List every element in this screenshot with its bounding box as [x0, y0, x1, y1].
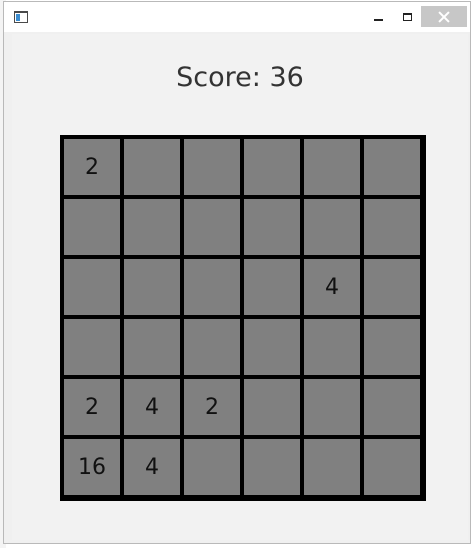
board-cell	[244, 199, 300, 255]
board-cell: 2	[184, 379, 240, 435]
minimize-icon	[373, 18, 383, 21]
board-cell	[64, 319, 120, 375]
board-cell	[64, 199, 120, 255]
board-cell	[64, 259, 120, 315]
app-window: Score: 36 2 4 2 4 2 16 4	[3, 1, 471, 544]
board-cell	[244, 439, 300, 495]
board-cell	[304, 139, 360, 195]
close-icon	[438, 11, 450, 23]
board-cell	[184, 439, 240, 495]
board-cell	[244, 379, 300, 435]
board-cell	[364, 259, 420, 315]
board-cell	[364, 139, 420, 195]
game-area: Score: 36 2 4 2 4 2 16 4	[12, 34, 468, 540]
board-cell	[304, 199, 360, 255]
board-cell: 4	[304, 259, 360, 315]
board-cell	[124, 259, 180, 315]
app-window-icon	[14, 11, 28, 23]
board-cell	[184, 199, 240, 255]
board-cell	[304, 319, 360, 375]
board-cell	[244, 259, 300, 315]
board-cell	[364, 379, 420, 435]
minimize-button[interactable]	[364, 6, 392, 27]
board-cell	[184, 319, 240, 375]
board-cell: 4	[124, 439, 180, 495]
board-cell	[124, 139, 180, 195]
board-cell: 16	[64, 439, 120, 495]
board-cell	[364, 199, 420, 255]
board-cell	[244, 139, 300, 195]
board-cell	[304, 379, 360, 435]
board-cell	[244, 319, 300, 375]
board-cell	[304, 439, 360, 495]
game-board[interactable]: 2 4 2 4 2 16 4	[60, 135, 426, 501]
title-bar[interactable]	[4, 2, 470, 32]
maximize-button[interactable]	[393, 6, 421, 27]
board-cell: 2	[64, 139, 120, 195]
maximize-icon	[402, 12, 412, 21]
board-cell: 2	[64, 379, 120, 435]
board-cell	[124, 199, 180, 255]
board-cell	[124, 319, 180, 375]
close-button[interactable]	[421, 6, 467, 27]
board-cell	[364, 439, 420, 495]
board-cell	[364, 319, 420, 375]
board-cell	[184, 259, 240, 315]
score-label: Score: 36	[176, 62, 304, 93]
board-cell: 4	[124, 379, 180, 435]
board-cell	[184, 139, 240, 195]
